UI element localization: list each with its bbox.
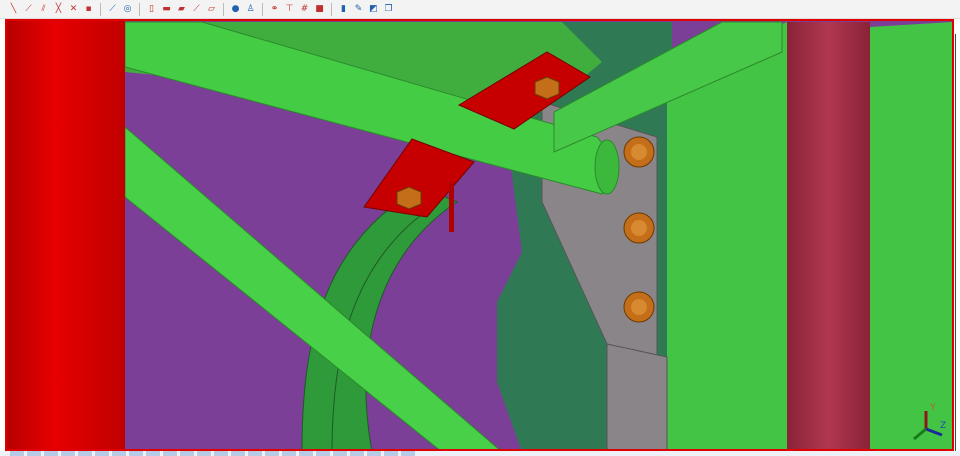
status-button-icon[interactable] — [95, 451, 109, 456]
toolbar-separator — [139, 2, 140, 16]
status-button-icon[interactable] — [248, 451, 262, 456]
toolbar: ╲ ⟋ ⫽ ╳ ✕ ▪ ⟋ ◎ ▯ ▬ ▰ ⟋ ▱ ● ♙ ⚭ ⊤ # ■ ▮ ✎ ◩ ❐ — [0, 0, 960, 19]
status-button-icon[interactable] — [27, 451, 41, 456]
status-button-icon[interactable] — [129, 451, 143, 456]
status-button-icon[interactable] — [61, 451, 75, 456]
toolbar-separator — [100, 2, 101, 16]
numbering-icon[interactable]: # — [299, 4, 310, 15]
slab-icon[interactable]: ▱ — [206, 4, 217, 15]
line-tool-icon[interactable]: ╲ — [8, 4, 19, 15]
box-icon[interactable]: ■ — [314, 4, 325, 15]
red-column — [7, 21, 125, 449]
bolt — [534, 76, 560, 100]
status-button-icon[interactable] — [231, 451, 245, 456]
marker-icon[interactable]: ▮ — [338, 4, 349, 15]
green-panel-right — [870, 22, 952, 449]
status-button-icon[interactable] — [299, 451, 313, 456]
binoculars-icon[interactable]: ⚭ — [269, 4, 280, 15]
status-button-icon[interactable] — [350, 451, 364, 456]
model-scene — [7, 21, 952, 449]
divider — [955, 34, 956, 454]
maroon-column — [787, 22, 870, 449]
point-icon[interactable]: ▪ — [83, 4, 94, 15]
status-button-icon[interactable] — [197, 451, 211, 456]
status-button-icon[interactable] — [214, 451, 228, 456]
copy-icon[interactable]: ❐ — [383, 4, 394, 15]
status-button-icon[interactable] — [146, 451, 160, 456]
status-button-icon[interactable] — [367, 451, 381, 456]
beam-icon[interactable]: ▬ — [161, 4, 172, 15]
status-button-icon[interactable] — [401, 451, 415, 456]
bolt-group-icon[interactable]: ● — [230, 4, 241, 15]
toolbar-separator — [262, 2, 263, 16]
bolt — [396, 186, 422, 210]
status-button-icon[interactable] — [44, 451, 58, 456]
polyline-tool-icon[interactable]: ⟋ — [23, 4, 34, 15]
status-toolbar — [0, 451, 960, 456]
3d-model-viewport[interactable]: Y Z — [5, 19, 954, 451]
status-button-icon[interactable] — [180, 451, 194, 456]
axis-y-label: Y — [930, 403, 936, 413]
status-button-icon[interactable] — [10, 451, 24, 456]
status-button-icon[interactable] — [163, 451, 177, 456]
delete-line-icon[interactable]: ✕ — [68, 4, 79, 15]
toolbar-separator — [223, 2, 224, 16]
weld-icon[interactable]: ♙ — [245, 4, 256, 15]
filter-icon[interactable]: ⊤ — [284, 4, 295, 15]
status-button-icon[interactable] — [282, 451, 296, 456]
axis-z-label: Z — [940, 421, 947, 431]
axis-triad: Y Z — [908, 403, 948, 443]
double-line-icon[interactable]: ⫽ — [38, 4, 49, 15]
circle-target-icon[interactable]: ◎ — [122, 4, 133, 15]
status-button-icon[interactable] — [265, 451, 279, 456]
status-button-icon[interactable] — [78, 451, 92, 456]
toolbar-separator — [331, 2, 332, 16]
status-button-icon[interactable] — [384, 451, 398, 456]
column-icon[interactable]: ▯ — [146, 4, 157, 15]
split-icon[interactable]: ⟋ — [107, 4, 118, 15]
cross-line-icon[interactable]: ╳ — [53, 4, 64, 15]
drawing-icon[interactable]: ✎ — [353, 4, 364, 15]
status-button-icon[interactable] — [333, 451, 347, 456]
curved-beam-icon[interactable]: ⟋ — [191, 4, 202, 15]
plate-beam-icon[interactable]: ▰ — [176, 4, 187, 15]
status-button-icon[interactable] — [316, 451, 330, 456]
render-icon[interactable]: ◩ — [368, 4, 379, 15]
status-button-icon[interactable] — [112, 451, 126, 456]
